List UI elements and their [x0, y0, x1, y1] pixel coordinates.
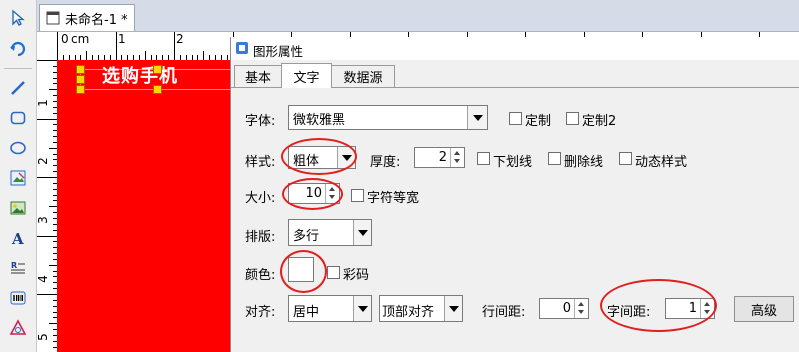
- strikethrough-checkbox[interactable]: [548, 152, 561, 165]
- image-icon[interactable]: [6, 196, 30, 220]
- underline-label: 下划线: [493, 155, 533, 170]
- dialog-title: 图形属性: [253, 44, 304, 59]
- svg-text:A: A: [11, 230, 24, 247]
- graphic-properties-dialog: 图形属性 基本 文字 数据源 字体: 微软雅黑 定制 定制2 样式: 粗体 厚度…: [230, 37, 799, 352]
- shape-icon[interactable]: [6, 316, 30, 340]
- svg-text:R: R: [11, 261, 17, 270]
- barcode-icon[interactable]: [6, 286, 30, 310]
- properties-icon: [236, 42, 248, 54]
- custom-label: 定制: [525, 114, 552, 129]
- resize-handle[interactable]: [76, 85, 85, 94]
- monospace-checkbox[interactable]: [351, 189, 364, 202]
- ruler-label-1: 1: [118, 32, 126, 46]
- left-toolbar: A R: [0, 0, 37, 352]
- pointer-icon[interactable]: [6, 6, 30, 30]
- chevron-down-icon[interactable]: [444, 296, 462, 321]
- font-value: 微软雅黑: [293, 113, 346, 128]
- resize-handle[interactable]: [76, 65, 85, 74]
- layout-select[interactable]: 多行: [288, 219, 372, 246]
- label-background[interactable]: [57, 60, 257, 352]
- colorcode-label: 彩码: [343, 268, 370, 283]
- ruler-corner: [37, 32, 57, 60]
- vertical-align-select[interactable]: 顶部对齐: [379, 295, 463, 322]
- vruler-label-4: 4: [37, 275, 50, 283]
- horizontal-align-select[interactable]: 居中: [288, 295, 372, 322]
- spin-down-icon[interactable]: [578, 310, 584, 314]
- horizontal-align-value: 居中: [293, 305, 320, 320]
- chevron-down-icon[interactable]: [467, 106, 487, 129]
- layout-value: 多行: [293, 229, 320, 244]
- document-tab-label: 未命名-1 *: [65, 12, 128, 28]
- advanced-button[interactable]: 高级: [734, 296, 794, 322]
- resize-handle[interactable]: [76, 75, 85, 84]
- colorcode-checkbox[interactable]: [327, 266, 340, 279]
- dynamic-style-checkbox[interactable]: [619, 152, 632, 165]
- vruler-label-1: 1: [37, 99, 50, 107]
- font-label: 字体:: [245, 114, 276, 129]
- resize-handle[interactable]: [153, 65, 162, 74]
- color-label: 颜色:: [245, 268, 276, 283]
- line-spacing-stepper[interactable]: 0: [539, 298, 589, 319]
- strikethrough-label: 删除线: [564, 155, 604, 170]
- thickness-label: 厚度:: [370, 155, 401, 170]
- custom2-checkbox[interactable]: [566, 112, 579, 125]
- annotation-ellipse: [280, 250, 327, 293]
- vruler-label-5: 5: [37, 333, 50, 341]
- vruler-label-2: 2: [37, 157, 50, 165]
- rich-text-icon[interactable]: R: [6, 256, 30, 280]
- document-tab[interactable]: 未命名-1 *: [39, 4, 135, 31]
- tab-datasource[interactable]: 数据源: [331, 65, 395, 87]
- tab-text[interactable]: 文字: [281, 63, 332, 88]
- vertical-ruler: 1 2 3 4 5: [37, 60, 58, 352]
- align-label: 对齐:: [245, 305, 276, 320]
- line-icon[interactable]: [6, 76, 30, 100]
- ruler-unit: cm: [71, 32, 90, 46]
- text-icon[interactable]: A: [6, 226, 30, 250]
- spin-up-icon[interactable]: [578, 302, 584, 306]
- selected-text-object[interactable]: 选购手机: [102, 62, 178, 88]
- annotation-ellipse: [600, 279, 717, 332]
- document-tab-bar: 未命名-1 *: [37, 0, 799, 32]
- custom-checkbox[interactable]: [509, 112, 522, 125]
- image-edit-icon[interactable]: [6, 166, 30, 190]
- dialog-tabs: 基本 文字 数据源: [231, 63, 799, 88]
- spin-down-icon[interactable]: [454, 159, 460, 163]
- size-label: 大小:: [245, 191, 276, 206]
- line-spacing-label: 行间距:: [482, 305, 526, 320]
- monospace-label: 字符等宽: [367, 191, 420, 206]
- rounded-rect-icon[interactable]: [6, 106, 30, 130]
- line-spacing-value: 0: [562, 301, 571, 316]
- chevron-down-icon[interactable]: [353, 220, 371, 245]
- tab-basic[interactable]: 基本: [234, 65, 282, 87]
- document-icon: [46, 11, 60, 25]
- spin-up-icon[interactable]: [454, 151, 460, 155]
- dialog-titlebar[interactable]: 图形属性: [231, 37, 799, 60]
- thickness-value: 2: [438, 150, 447, 165]
- annotation-ellipse: [281, 138, 357, 175]
- font-select[interactable]: 微软雅黑: [288, 105, 488, 130]
- ellipse-icon[interactable]: [6, 136, 30, 160]
- ruler-label-2: 2: [176, 32, 184, 46]
- chevron-down-icon[interactable]: [353, 296, 371, 321]
- custom2-label: 定制2: [582, 114, 617, 129]
- layout-label: 排版:: [245, 230, 276, 245]
- underline-checkbox[interactable]: [477, 152, 490, 165]
- dynamic-style-label: 动态样式: [635, 155, 688, 170]
- resize-handle[interactable]: [153, 85, 162, 94]
- annotation-ellipse: [282, 178, 343, 210]
- thickness-stepper[interactable]: 2: [414, 147, 465, 168]
- ruler-label-0: 0: [61, 32, 69, 46]
- vruler-label-3: 3: [37, 216, 50, 224]
- rotate-icon[interactable]: [6, 36, 30, 60]
- style-label: 样式:: [245, 155, 276, 170]
- vertical-align-value: 顶部对齐: [382, 305, 435, 320]
